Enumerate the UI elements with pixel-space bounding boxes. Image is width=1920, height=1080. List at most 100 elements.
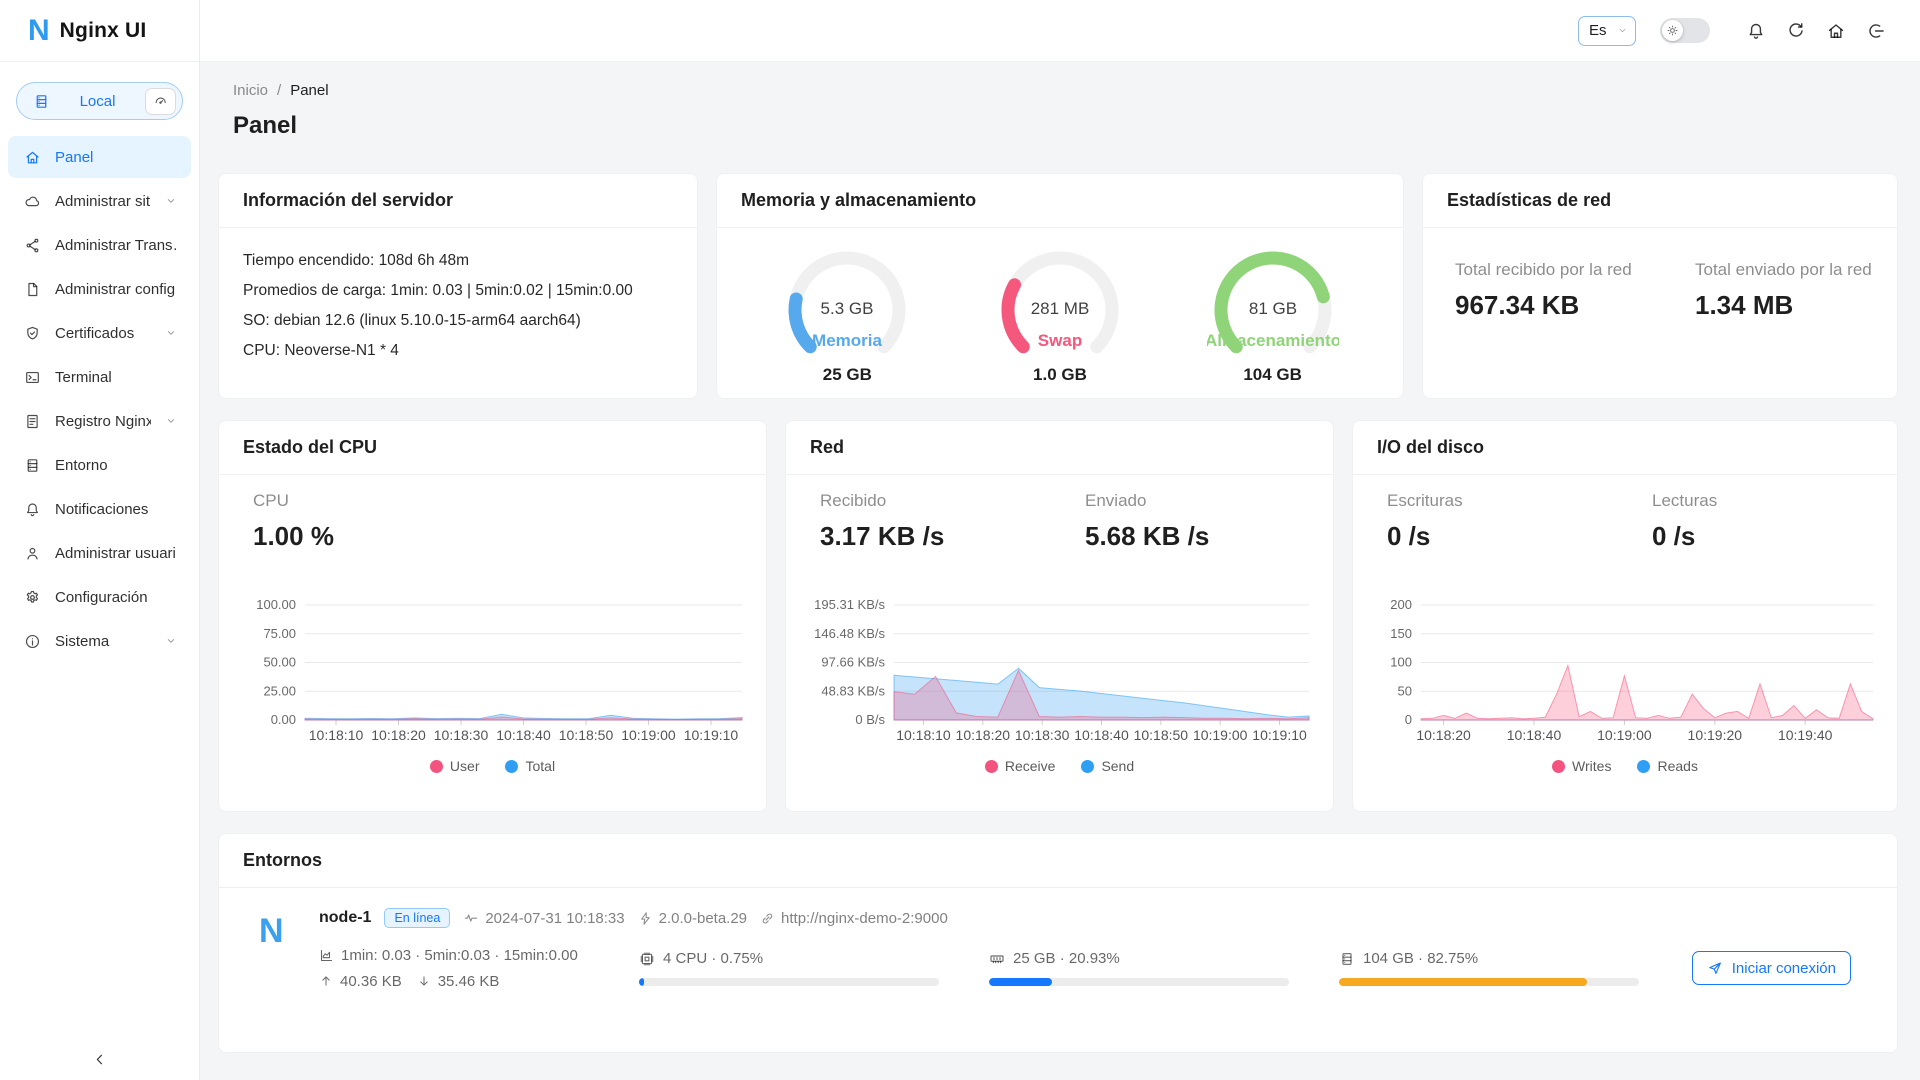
sidebar-item-administrar-usuarios[interactable]: Administrar usuari… — [8, 532, 191, 574]
svg-text:0 B/s: 0 B/s — [855, 712, 885, 727]
sidebar-item-label: Administrar sitios — [55, 193, 151, 210]
gauges: 5.3 GBMemoria25 GB281 MBSwap1.0 GB81 GBA… — [741, 246, 1379, 385]
node-last-seen: 2024-07-31 10:18:33 — [463, 910, 624, 927]
connect-button[interactable]: Iniciar conexión — [1692, 951, 1851, 985]
legend-item-writes[interactable]: Writes — [1552, 758, 1611, 774]
node-cpu-block: 4 CPU · 0.75% — [639, 950, 989, 986]
sidebar-item-label: Certificados — [55, 325, 151, 342]
node-selector[interactable]: Local — [16, 82, 183, 120]
node-load-block: 1min: 0.03 · 5min:0.03 · 15min:0.00 40.3… — [319, 942, 639, 994]
svg-text:150: 150 — [1390, 626, 1412, 641]
gauge-memoria: 5.3 GB Memoria 25 GB — [745, 250, 950, 385]
svg-text:10:18:40: 10:18:40 — [1507, 727, 1562, 743]
gauge-swap-total: 1.0 GB — [957, 365, 1162, 385]
legend-item-receive[interactable]: Receive — [985, 758, 1056, 774]
sidebar-item-entorno[interactable]: Entorno — [8, 444, 191, 486]
legend-item-total[interactable]: Total — [505, 758, 555, 774]
cpu-model-line: CPU: Neoverse-N1 * 4 — [243, 336, 673, 366]
chevron-down-icon — [165, 635, 177, 647]
cpu-chart: CPU1.00 %0.0025.0050.0075.00100.0010:18:… — [219, 475, 766, 774]
svg-text:10:19:00: 10:19:00 — [621, 727, 676, 743]
server-icon — [33, 93, 50, 110]
activity-icon — [463, 910, 479, 926]
sidebar-item-label: Sistema — [55, 633, 151, 650]
cpu-chip-icon — [639, 951, 655, 967]
server-info-card: Información del servidor Tiempo encendid… — [218, 173, 698, 399]
node-load-value: 1min: 0.03 · 5min:0.03 · 15min:0.00 — [341, 947, 578, 964]
app-logo[interactable]: N Nginx UI — [0, 0, 199, 62]
sidebar-item-label: Configuración — [55, 589, 177, 606]
gauge-memoria-ring: 5.3 GB Memoria — [781, 250, 913, 356]
logout-button[interactable] — [1856, 21, 1896, 41]
sidebar-item-registro-nginx[interactable]: Registro Nginx — [8, 400, 191, 442]
svg-text:Memoria: Memoria — [812, 331, 882, 350]
node-version-value: 2.0.0-beta.29 — [659, 910, 747, 927]
disk-chart-plot: 05010015020010:18:2010:18:4010:19:0010:1… — [1369, 565, 1881, 751]
share-icon — [24, 237, 41, 254]
os-line: SO: debian 12.6 (linux 5.10.0-15-arm64 a… — [243, 306, 673, 336]
sidebar-collapse-button[interactable] — [0, 1051, 199, 1068]
legend-item-user[interactable]: User — [430, 758, 480, 774]
svg-text:10:18:30: 10:18:30 — [434, 727, 489, 743]
cpu-chart-title: Estado del CPU — [219, 421, 766, 475]
legend-item-reads[interactable]: Reads — [1637, 758, 1697, 774]
svg-text:10:18:20: 10:18:20 — [371, 727, 426, 743]
sidebar-item-sistema[interactable]: Sistema — [8, 620, 191, 662]
disk-stat: Lecturas0 /s — [1652, 491, 1881, 565]
sidebar-item-notificaciones[interactable]: Notificaciones — [8, 488, 191, 530]
node-name: node-1 — [319, 909, 371, 927]
svg-text:0.00: 0.00 — [271, 712, 296, 727]
language-select[interactable]: Es — [1578, 16, 1636, 46]
chevron-down-icon — [165, 415, 177, 427]
notifications-button[interactable] — [1736, 21, 1776, 41]
sidebar-item-administrar-configuracion[interactable]: Administrar config… — [8, 268, 191, 310]
sun-icon — [1666, 24, 1679, 37]
sidebar-item-terminal[interactable]: Terminal — [8, 356, 191, 398]
gauge-memoria-total: 25 GB — [745, 365, 950, 385]
breadcrumb-separator: / — [277, 82, 281, 99]
cpu-chart-plot: 0.0025.0050.0075.00100.0010:18:1010:18:2… — [235, 565, 750, 751]
svg-text:10:19:40: 10:19:40 — [1778, 727, 1833, 743]
sidebar-item-label: Notificaciones — [55, 501, 177, 518]
node-dashboard-button[interactable] — [145, 88, 176, 115]
svg-text:10:18:50: 10:18:50 — [559, 727, 614, 743]
sidebar-item-label: Registro Nginx — [55, 413, 151, 430]
sidebar-item-panel[interactable]: Panel — [8, 136, 191, 178]
red-chart-plot: 0 B/s48.83 KB/s97.66 KB/s146.48 KB/s195.… — [802, 565, 1317, 751]
legend-item-send[interactable]: Send — [1081, 758, 1134, 774]
row-environments: Entornos N node-1 En línea 2024-07-31 10… — [218, 833, 1898, 1053]
uptime-line: Tiempo encendido: 108d 6h 48m — [243, 246, 673, 276]
sidebar-item-administrar-transmisiones[interactable]: Administrar Trans… — [8, 224, 191, 266]
network-stats-title: Estadísticas de red — [1423, 174, 1897, 228]
sidebar-item-certificados[interactable]: Certificados — [8, 312, 191, 354]
svg-text:10:18:20: 10:18:20 — [1416, 727, 1471, 743]
home-button[interactable] — [1816, 21, 1856, 41]
svg-text:0: 0 — [1405, 712, 1412, 727]
breadcrumb-home[interactable]: Inicio — [233, 82, 268, 99]
net-received-label: Total recibido por la red — [1455, 260, 1695, 280]
sidebar-item-configuracion[interactable]: Configuración — [8, 576, 191, 618]
sidebar-item-label: Panel — [55, 149, 177, 166]
nginx-logo-icon: N — [28, 16, 50, 46]
node-selector-label: Local — [50, 93, 145, 110]
node-disk-block: 104 GB · 82.75% — [1339, 950, 1639, 986]
chevron-down-icon — [1617, 25, 1628, 36]
restart-button[interactable] — [1776, 21, 1816, 41]
content: Inicio / Panel Panel Información del ser… — [200, 62, 1920, 1080]
cpu-chart-card: Estado del CPU CPU1.00 %0.0025.0050.0075… — [218, 420, 767, 812]
svg-text:50.00: 50.00 — [263, 655, 296, 670]
bell-icon — [1746, 21, 1766, 41]
cpu-chart-legend: User Total — [235, 758, 750, 774]
sidebar: N Nginx UI Local Panel Administrar sitios… — [0, 0, 200, 1080]
bell-icon — [24, 501, 41, 518]
svg-text:5.3 GB: 5.3 GB — [821, 299, 874, 318]
node-version: 2.0.0-beta.29 — [638, 910, 747, 927]
sidebar-item-label: Administrar usuari… — [55, 545, 177, 562]
svg-text:25.00: 25.00 — [263, 683, 296, 698]
node-url: http://nginx-demo-2:9000 — [760, 910, 948, 927]
sidebar-item-administrar-sitios[interactable]: Administrar sitios — [8, 180, 191, 222]
network-chart-title: Red — [786, 421, 1333, 475]
theme-toggle-knob — [1662, 20, 1683, 41]
send-icon — [1707, 960, 1723, 976]
theme-toggle[interactable] — [1660, 18, 1710, 43]
